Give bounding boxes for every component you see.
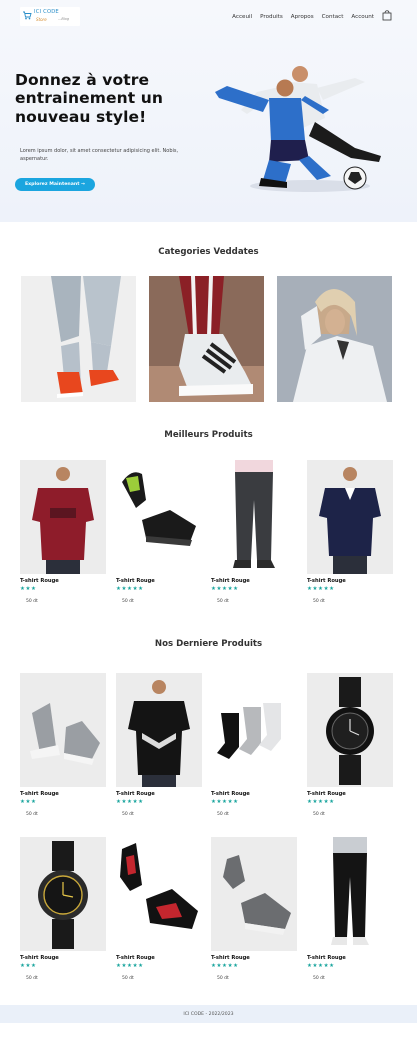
product-price: 50 dt [26, 976, 38, 981]
product-image [307, 460, 393, 574]
product-price: 50 dt [122, 812, 134, 817]
nav-item-acceuil[interactable]: Acceuil [232, 14, 252, 20]
product-price: 50 dt [217, 812, 229, 817]
category-card-sneakers[interactable] [149, 276, 264, 402]
brand-logo[interactable]: ICI CODE Store ...Blog [20, 7, 80, 26]
rating-stars: ★★★★★ [116, 963, 144, 969]
product-image [116, 673, 202, 787]
rating-stars: ★★★ [20, 586, 37, 592]
product-image [211, 673, 297, 787]
brand-name: ICI CODE [34, 9, 59, 15]
brand-sub: Store [36, 17, 47, 22]
product-image [20, 837, 106, 951]
footer-text: ICI CODE - 2022/2023 [183, 1011, 234, 1017]
explore-button[interactable]: Explorez Maintenant → [15, 178, 95, 191]
product-name: T-shirt Rouge [20, 791, 59, 797]
cart-logo-icon [23, 11, 32, 20]
category-apparel-image [277, 276, 392, 402]
product-name: T-shirt Rouge [211, 578, 250, 584]
product-image [116, 460, 202, 574]
categories-title: Categories Veddates [158, 247, 259, 257]
product-price: 50 dt [217, 976, 229, 981]
product-price: 50 dt [313, 976, 325, 981]
category-card-shoes[interactable] [21, 276, 136, 402]
best-products-title: Meilleurs Produits [164, 430, 253, 440]
product-price: 50 dt [26, 812, 38, 817]
product-price: 50 dt [313, 812, 325, 817]
category-sneakers-image [149, 276, 264, 402]
shopping-bag-icon[interactable] [382, 9, 392, 21]
product-price: 50 dt [313, 599, 325, 604]
brand-sub2: ...Blog [58, 17, 70, 21]
product-name: T-shirt Rouge [307, 955, 346, 961]
product-image [307, 837, 393, 951]
product-image [211, 837, 297, 951]
rating-stars: ★★★★★ [307, 799, 335, 805]
product-price: 50 dt [122, 599, 134, 604]
category-shoes-image [21, 276, 136, 402]
product-image [307, 673, 393, 787]
product-image [20, 673, 106, 787]
rating-stars: ★★★★★ [116, 586, 144, 592]
rating-stars: ★★★★★ [211, 586, 239, 592]
nav-item-contact[interactable]: Contact [322, 14, 344, 20]
nav-item-produits[interactable]: Produits [260, 14, 283, 20]
product-name: T-shirt Rouge [116, 578, 155, 584]
product-name: T-shirt Rouge [116, 955, 155, 961]
product-name: T-shirt Rouge [307, 578, 346, 584]
rating-stars: ★★★★★ [211, 799, 239, 805]
main-nav: Acceuil Produits Apropos Contact Account [232, 14, 374, 20]
nav-item-apropos[interactable]: Apropos [291, 14, 314, 20]
hero-title: Donnez à votre entrainement un nouveau s… [15, 71, 163, 126]
rating-stars: ★★★★★ [211, 963, 239, 969]
latest-products-title: Nos Derniere Produits [154, 639, 263, 649]
rating-stars: ★★★ [20, 963, 37, 969]
footer: ICI CODE - 2022/2023 [0, 1005, 417, 1023]
rating-stars: ★★★★★ [307, 963, 335, 969]
product-name: T-shirt Rouge [211, 791, 250, 797]
category-card-apparel[interactable] [277, 276, 392, 402]
hero-text: Lorem ipsum dolor, sit amet consectetur … [20, 148, 179, 162]
product-price: 50 dt [26, 599, 38, 604]
product-name: T-shirt Rouge [116, 791, 155, 797]
rating-stars: ★★★ [20, 799, 37, 805]
product-image [20, 460, 106, 574]
hero-players-image [215, 66, 381, 192]
rating-stars: ★★★★★ [116, 799, 144, 805]
product-name: T-shirt Rouge [20, 955, 59, 961]
product-price: 50 dt [217, 599, 229, 604]
page: ICI CODE Store ...Blog Acceuil Produits … [0, 0, 417, 1039]
product-name: T-shirt Rouge [211, 955, 250, 961]
product-image [211, 460, 297, 574]
hero-section: ICI CODE Store ...Blog Acceuil Produits … [0, 0, 417, 222]
product-price: 50 dt [122, 976, 134, 981]
rating-stars: ★★★★★ [307, 586, 335, 592]
product-name: T-shirt Rouge [20, 578, 59, 584]
nav-item-account[interactable]: Account [351, 14, 374, 20]
product-name: T-shirt Rouge [307, 791, 346, 797]
product-image [116, 837, 202, 951]
